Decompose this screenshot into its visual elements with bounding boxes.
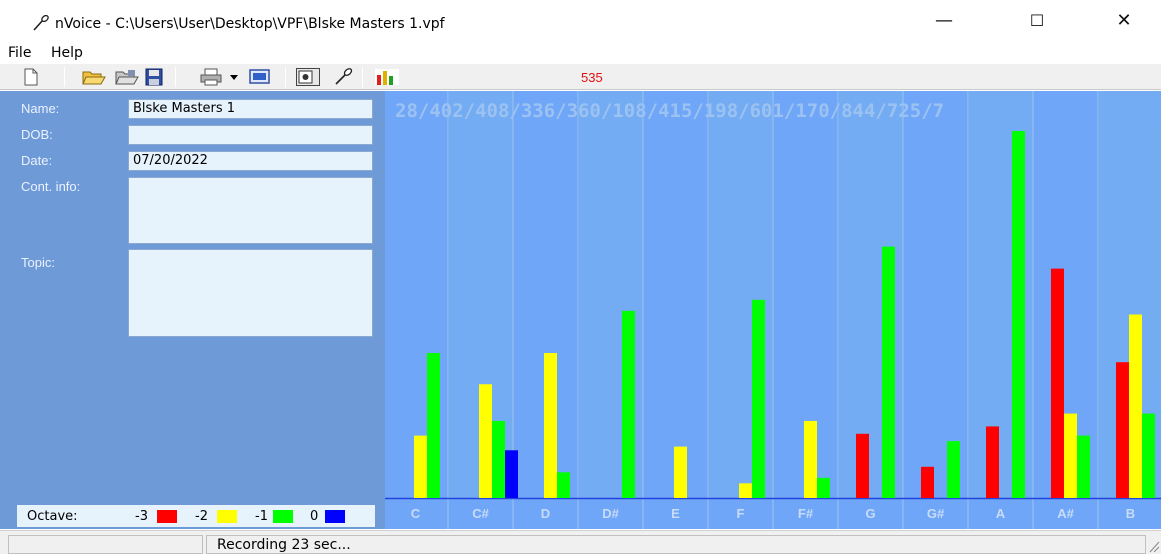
bar-b-octave--1: [1142, 413, 1155, 498]
octave-swatch: [157, 510, 177, 523]
title-bar: nVoice - C:\Users\User\Desktop\VPF\Blske…: [0, 0, 1161, 40]
toolbar-separator: [362, 67, 363, 87]
topic-label: Topic:: [21, 255, 55, 270]
contact-info-field[interactable]: [128, 177, 373, 244]
new-file-icon[interactable]: [22, 68, 42, 86]
close-button[interactable]: ✕: [1101, 6, 1147, 36]
category-label: A: [996, 506, 1006, 521]
octave-value: -1: [255, 509, 268, 524]
category-label: B: [1126, 506, 1135, 521]
resize-grip-icon[interactable]: [1148, 539, 1160, 553]
bar-c-octave--1: [427, 353, 440, 498]
maximize-button[interactable]: ☐: [1014, 6, 1060, 36]
bar-g-octave--1: [882, 246, 895, 498]
minimize-button[interactable]: —: [921, 6, 967, 36]
bar-b-octave--2: [1129, 314, 1142, 498]
contact-info-label: Cont. info:: [21, 179, 81, 194]
bar-a-octave--1: [1012, 131, 1025, 498]
bar-csharp-octave-0: [505, 450, 518, 498]
toolbar: 535: [0, 64, 1161, 90]
menu-help[interactable]: Help: [51, 45, 83, 61]
dob-field[interactable]: [128, 125, 373, 145]
toolbar-separator: [175, 67, 176, 87]
category-label: F#: [798, 506, 814, 521]
bar-asharp-octave--2: [1064, 413, 1077, 498]
bar-gsharp-octave--3: [921, 466, 934, 498]
bar-f-octave--2: [739, 483, 752, 498]
microphone-icon: [32, 14, 50, 36]
window-title: nVoice - C:\Users\User\Desktop\VPF\Blske…: [55, 16, 445, 32]
category-label: D: [541, 506, 550, 521]
bar-gsharp-octave--1: [947, 441, 960, 498]
bar-fsharp-octave--2: [804, 420, 817, 498]
dob-label: DOB:: [21, 127, 53, 142]
bar-asharp-octave--1: [1077, 435, 1090, 498]
name-label: Name:: [21, 101, 60, 116]
info-panel: Name: Blske Masters 1 DOB: Date: 07/20/2…: [0, 91, 385, 529]
category-label: E: [671, 506, 680, 521]
pitch-histogram-chart: 28/402/408/336/360/108/415/198/601/170/8…: [385, 91, 1161, 529]
status-bar: Recording 23 sec...: [0, 530, 1161, 554]
octave-legend: Octave: -3 -2 -1 0: [17, 505, 375, 527]
status-pane: [8, 535, 203, 554]
bar-f-octave--1: [752, 299, 765, 498]
octave-swatch: [273, 510, 293, 523]
octave-swatch: [325, 510, 345, 523]
octave-value: 0: [310, 509, 319, 524]
toolbar-separator: [64, 67, 65, 87]
bar-g-octave--3: [856, 433, 869, 498]
bar-fsharp-octave--1: [817, 477, 830, 498]
sound-card-icon[interactable]: [296, 68, 320, 86]
sample-counter: 535: [581, 70, 603, 85]
octave-swatch: [217, 510, 237, 523]
bar-d-octave--2: [544, 353, 557, 498]
bar-a-octave--3: [986, 426, 999, 498]
octave-value: -2: [195, 509, 208, 524]
category-label: C#: [472, 506, 489, 521]
category-label: A#: [1057, 506, 1074, 521]
microphone-icon[interactable]: [333, 68, 355, 86]
octave-label: Octave:: [27, 509, 78, 524]
bar-csharp-octave--2: [479, 384, 492, 498]
date-label: Date:: [21, 153, 53, 168]
bar-csharp-octave--1: [492, 420, 505, 498]
category-label: C: [411, 506, 421, 521]
chart-top-text: 28/402/408/336/360/108/415/198/601/170/8…: [395, 100, 944, 122]
bar-chart-icon[interactable]: [374, 68, 400, 86]
chart-canvas: 28/402/408/336/360/108/415/198/601/170/8…: [385, 91, 1161, 529]
bar-dsharp-octave--1: [622, 310, 635, 498]
toolbar-separator: [285, 67, 286, 87]
save-icon[interactable]: [145, 68, 165, 86]
date-field[interactable]: 07/20/2022: [128, 151, 373, 171]
octave-value: -3: [135, 509, 148, 524]
category-label: G#: [927, 506, 945, 521]
bar-c-octave--2: [414, 435, 427, 498]
print-icon[interactable]: [200, 68, 224, 86]
status-text: Recording 23 sec...: [206, 535, 1146, 554]
open-folder-icon[interactable]: [82, 68, 106, 86]
open-recent-icon[interactable]: [115, 68, 139, 86]
bar-asharp-octave--3: [1051, 268, 1064, 498]
menu-file[interactable]: File: [8, 45, 31, 61]
bar-d-octave--1: [557, 472, 570, 498]
bar-b-octave--3: [1116, 362, 1129, 498]
print-dropdown-icon[interactable]: [228, 68, 240, 86]
monitor-icon[interactable]: [248, 68, 272, 86]
menu-bar: File Help: [0, 40, 1161, 64]
category-label: D#: [602, 506, 619, 521]
bar-e-octave--2: [674, 446, 687, 498]
topic-field[interactable]: [128, 249, 373, 337]
category-label: G: [865, 506, 875, 521]
name-field[interactable]: Blske Masters 1: [128, 99, 373, 119]
category-label: F: [737, 506, 745, 521]
